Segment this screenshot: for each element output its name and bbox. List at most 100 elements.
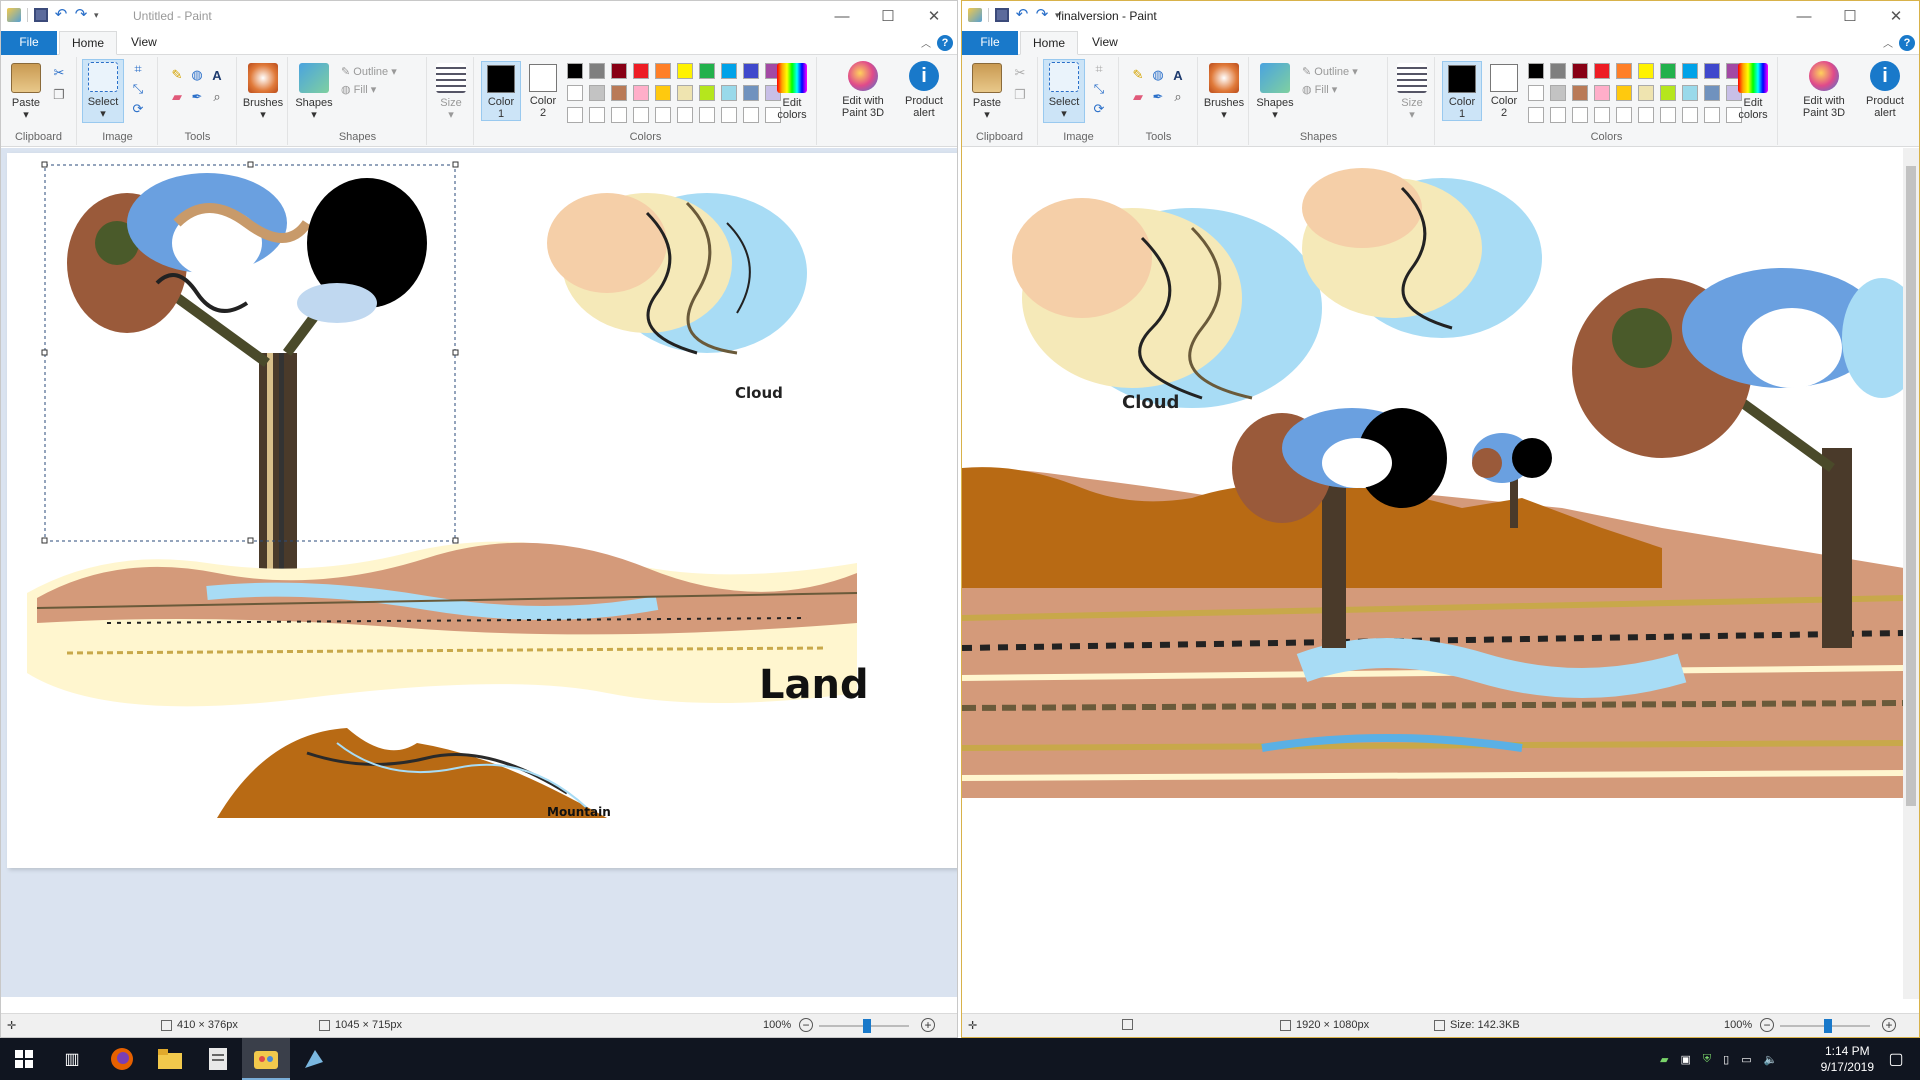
palette-swatch[interactable] [611,107,627,123]
rotate-icon[interactable]: ⟳ [130,101,146,117]
palette-swatch[interactable] [677,107,693,123]
palette-swatch[interactable] [1682,85,1698,101]
palette-swatch[interactable] [1594,85,1610,101]
palette-swatch[interactable] [1594,107,1610,123]
brushes-button[interactable]: Brushes ▾ [242,61,284,121]
drawing-canvas[interactable]: Cloud Land Mountain [7,153,957,868]
palette-swatch[interactable] [1550,85,1566,101]
palette-swatch[interactable] [1550,63,1566,79]
zoom-out-icon[interactable]: − [1760,1018,1774,1032]
tab-file[interactable]: File [962,31,1018,55]
zoom-slider-thumb[interactable] [1824,1019,1832,1033]
palette-swatch[interactable] [699,85,715,101]
volume-icon[interactable]: 🔈 [1764,1053,1778,1066]
paint-3d-taskbar-icon[interactable] [290,1038,338,1080]
copy-icon[interactable]: ❐ [1012,87,1028,103]
palette-swatch[interactable] [1616,85,1632,101]
palette-swatch[interactable] [743,107,759,123]
close-icon[interactable]: ✕ [1873,1,1919,31]
palette-swatch[interactable] [1616,107,1632,123]
paint-app-icon[interactable] [7,8,21,22]
save-icon[interactable] [995,8,1009,22]
palette-swatch[interactable] [655,63,671,79]
fill-button[interactable]: ◍ Fill ▾ [1302,83,1337,96]
color1-button[interactable]: Color 1 [481,61,521,121]
palette-swatch[interactable] [677,63,693,79]
brushes-button[interactable]: Brushes ▾ [1203,61,1245,121]
product-alert-button[interactable]: i Product alert [1860,59,1910,119]
palette-swatch[interactable] [677,85,693,101]
palette-swatch[interactable] [1616,63,1632,79]
palette-swatch[interactable] [1528,63,1544,79]
color2-button[interactable]: Color 2 [1484,61,1524,121]
resize-icon[interactable]: ⤡ [130,81,146,97]
palette-swatch[interactable] [743,85,759,101]
title-bar[interactable]: ↶ ↷ ▾ finalversion - Paint — ☐ ✕ [962,1,1919,31]
undo-icon[interactable]: ↶ [54,7,68,22]
paint-app-icon[interactable] [968,8,982,22]
palette-swatch[interactable] [1550,107,1566,123]
palette-swatch[interactable] [633,63,649,79]
palette-swatch[interactable] [589,107,605,123]
outline-button[interactable]: ✎ Outline ▾ [1302,65,1358,78]
tab-file[interactable]: File [1,31,57,55]
undo-icon[interactable]: ↶ [1015,7,1029,22]
color-palette[interactable] [1528,63,1744,125]
palette-swatch[interactable] [1682,107,1698,123]
palette-swatch[interactable] [1594,63,1610,79]
redo-icon[interactable]: ↷ [74,7,88,22]
magnifier-icon[interactable]: ⌕ [1170,89,1186,105]
crop-icon[interactable]: ⌗ [1091,61,1107,77]
product-alert-button[interactable]: i Product alert [899,59,949,119]
palette-swatch[interactable] [611,85,627,101]
tab-view[interactable]: View [119,31,169,55]
palette-swatch[interactable] [743,63,759,79]
redo-icon[interactable]: ↷ [1035,7,1049,22]
paint-taskbar-icon[interactable] [242,1038,290,1080]
drawing-canvas[interactable]: Cloud [962,148,1903,798]
palette-swatch[interactable] [567,107,583,123]
palette-swatch[interactable] [1704,85,1720,101]
network-icon[interactable]: ▭ [1741,1053,1751,1066]
text-icon[interactable]: A [209,67,225,83]
tab-home[interactable]: Home [1020,31,1079,55]
notepad-icon[interactable] [194,1038,242,1080]
palette-swatch[interactable] [1638,85,1654,101]
size-button[interactable]: Size ▾ [430,61,472,121]
palette-swatch[interactable] [611,63,627,79]
palette-swatch[interactable] [655,85,671,101]
palette-swatch[interactable] [1660,107,1676,123]
pencil-icon[interactable]: ✎ [169,67,185,83]
battery-icon[interactable]: ▯ [1723,1053,1729,1066]
vscroll-thumb[interactable] [1906,166,1916,806]
palette-swatch[interactable] [1704,63,1720,79]
color1-button[interactable]: Color 1 [1442,61,1482,121]
pencil-icon[interactable]: ✎ [1130,67,1146,83]
edit-colors-button[interactable]: Edit colors [1732,61,1774,121]
eraser-icon[interactable]: ▰ [1130,89,1146,105]
palette-swatch[interactable] [1660,63,1676,79]
palette-swatch[interactable] [1572,107,1588,123]
help-icon[interactable]: ? [937,35,953,51]
palette-swatch[interactable] [1682,63,1698,79]
task-view-icon[interactable]: ▥ [48,1038,96,1080]
shapes-button[interactable]: Shapes ▾ [293,61,335,121]
palette-swatch[interactable] [721,85,737,101]
zoom-out-icon[interactable]: − [799,1018,813,1032]
shapes-button[interactable]: Shapes ▾ [1254,61,1296,121]
palette-swatch[interactable] [721,63,737,79]
eraser-icon[interactable]: ▰ [169,89,185,105]
fill-bucket-icon[interactable]: ◍ [1150,67,1166,83]
customize-dropdown-icon[interactable]: ▾ [94,10,99,21]
minimize-icon[interactable]: — [1781,1,1827,31]
outline-button[interactable]: ✎ Outline ▾ [341,65,397,78]
notification-icon[interactable]: ▣ [1680,1053,1690,1066]
zoom-in-icon[interactable]: + [921,1018,935,1032]
color-picker-icon[interactable]: ✒ [1150,89,1166,105]
palette-swatch[interactable] [633,85,649,101]
firefox-icon[interactable] [98,1038,146,1080]
paste-button[interactable]: Paste ▾ [5,61,47,121]
palette-swatch[interactable] [699,63,715,79]
action-center-icon[interactable]: ▢ [1872,1038,1920,1080]
color-picker-icon[interactable]: ✒ [189,89,205,105]
